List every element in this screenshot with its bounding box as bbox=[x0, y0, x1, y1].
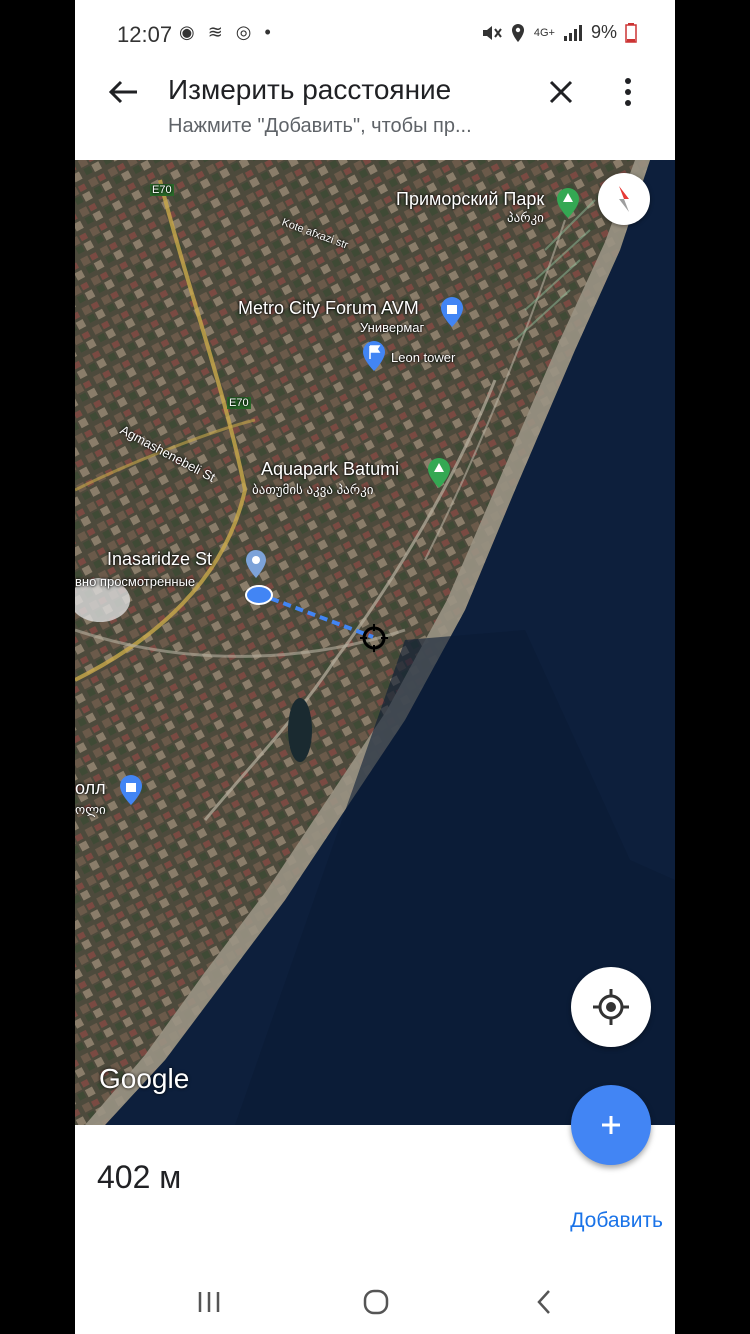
compass-icon bbox=[619, 186, 629, 212]
flag-pin-icon[interactable] bbox=[362, 340, 386, 372]
add-point-link[interactable]: Добавить bbox=[570, 1209, 663, 1233]
map-label-mall-geo: ოლი bbox=[75, 802, 106, 817]
measure-crosshair-icon[interactable] bbox=[360, 624, 388, 652]
system-nav-bar bbox=[75, 1270, 675, 1334]
status-bar: 12:07 ◉ ≋ ◎ • 4G+ 9% bbox=[75, 0, 675, 70]
map-label-primorsky[interactable]: Приморский Парк bbox=[396, 189, 544, 210]
app-bar: Измерить расстояние Нажмите "Добавить", … bbox=[75, 70, 675, 160]
recent-pin-icon[interactable] bbox=[245, 549, 267, 579]
map-label-recent: вно просмотренные bbox=[75, 574, 196, 589]
battery-percent: 9% bbox=[590, 22, 617, 42]
map-label-leon[interactable]: Leon tower bbox=[391, 350, 455, 365]
map-label-aquapark-geo: ბათუმის აკვა პარკი bbox=[252, 482, 374, 497]
notification-icons: ◉ ≋ ◎ • bbox=[179, 22, 275, 42]
measure-start-point[interactable] bbox=[244, 584, 274, 606]
my-location-button[interactable] bbox=[571, 967, 651, 1047]
map-label-e70-top: E70 bbox=[150, 184, 174, 196]
map-label-aquapark[interactable]: Aquapark Batumi bbox=[261, 459, 399, 480]
signal-icon bbox=[563, 24, 582, 41]
park-pin-icon[interactable] bbox=[556, 187, 580, 219]
shopping-pin-icon[interactable] bbox=[440, 296, 464, 328]
google-watermark: Google bbox=[99, 1063, 190, 1094]
distance-value: 402 м bbox=[97, 1159, 182, 1195]
page-title: Измерить расстояние bbox=[168, 74, 452, 105]
map-label-mall-ru: олл bbox=[75, 778, 106, 798]
location-icon bbox=[511, 23, 524, 42]
battery-icon bbox=[625, 22, 637, 43]
my-location-icon bbox=[593, 989, 629, 1025]
page-subtitle: Нажмите "Добавить", чтобы пр... bbox=[168, 115, 472, 137]
map-label-univermag: Универмаг bbox=[360, 320, 425, 335]
plus-icon bbox=[602, 1116, 620, 1134]
back-nav-icon[interactable] bbox=[527, 1284, 563, 1320]
close-icon[interactable] bbox=[541, 72, 581, 112]
mall-pin-icon[interactable] bbox=[119, 774, 143, 806]
compass-button[interactable] bbox=[598, 173, 650, 225]
add-point-button[interactable] bbox=[571, 1085, 651, 1165]
network-type: 4G+ bbox=[533, 26, 555, 39]
map-label-inasaridze[interactable]: Inasaridze St bbox=[107, 549, 212, 570]
map-label-metro[interactable]: Metro City Forum AVM bbox=[238, 298, 419, 319]
mute-icon bbox=[482, 25, 502, 40]
back-arrow-icon[interactable] bbox=[103, 72, 143, 112]
more-vert-icon[interactable] bbox=[615, 72, 641, 112]
map-label-primorsky-geo: პარკი bbox=[507, 210, 544, 225]
aquapark-pin-icon[interactable] bbox=[427, 457, 451, 489]
map-label-e70-mid: E70 bbox=[227, 397, 251, 409]
satellite-map[interactable]: Приморский Парк პარკი Kote afxazi str E7… bbox=[75, 160, 675, 1125]
phone-screen: 12:07 ◉ ≋ ◎ • 4G+ 9% Измерить расстояние… bbox=[75, 0, 675, 1334]
recent-apps-icon[interactable] bbox=[191, 1284, 227, 1320]
status-time: 12:07 bbox=[117, 22, 173, 47]
status-right-icons: 4G+ 9% bbox=[480, 22, 637, 43]
home-icon[interactable] bbox=[358, 1284, 394, 1320]
